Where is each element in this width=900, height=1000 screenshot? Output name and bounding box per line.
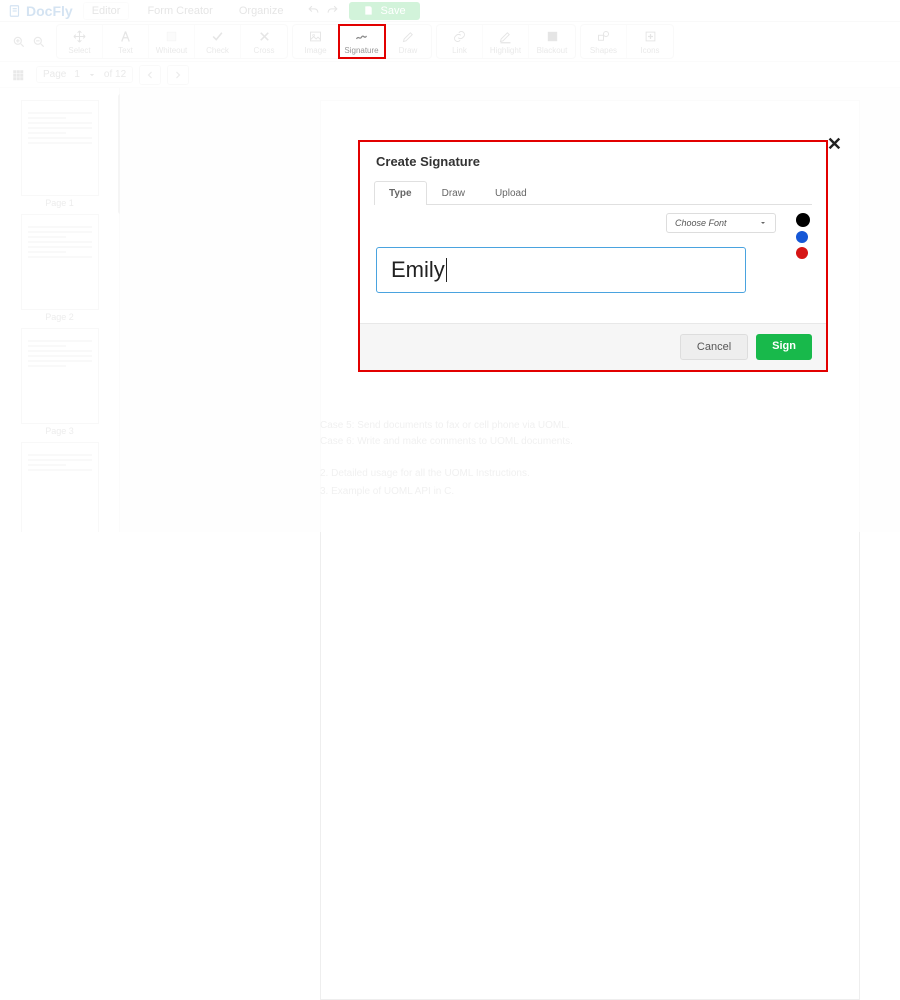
tool-cross[interactable]: Cross	[241, 25, 287, 58]
thumb-label: Page 3	[0, 426, 119, 436]
tool-highlight[interactable]: Highlight	[483, 25, 529, 58]
tool-blackout[interactable]: Blackout	[529, 25, 575, 58]
color-picker	[796, 213, 810, 259]
color-black[interactable]	[796, 213, 810, 227]
nav-form-creator[interactable]: Form Creator	[139, 3, 220, 19]
sign-button[interactable]: Sign	[756, 334, 812, 360]
tool-shapes[interactable]: Shapes	[581, 25, 627, 58]
zoom-out-icon[interactable]	[32, 35, 46, 49]
doc-text: 3. Example of UOML API in C.	[320, 484, 840, 500]
brand-logo: DocFly	[8, 3, 73, 19]
redo-icon[interactable]	[326, 4, 339, 17]
tool-icons[interactable]: Icons	[627, 25, 673, 58]
page-selector[interactable]: Page 1 of 12	[36, 66, 133, 83]
signature-input[interactable]: Emily	[376, 247, 746, 293]
thumbnail-panel: Page 1 Page 2 Page 3 Page 4	[0, 88, 120, 532]
thumb-page-1[interactable]	[21, 100, 99, 196]
nav-editor[interactable]: Editor	[83, 2, 130, 20]
page-next-button[interactable]	[167, 65, 189, 85]
doc-text: 2. Detailed usage for all the UOML Instr…	[320, 466, 840, 482]
save-button[interactable]: Save	[349, 2, 419, 20]
tool-select[interactable]: Select	[57, 25, 103, 58]
tool-signature[interactable]: Signature	[339, 25, 385, 58]
top-bar: DocFly Editor Form Creator Organize Save	[0, 0, 900, 22]
toolbar: Select Text Whiteout Check Cross Image S…	[0, 22, 900, 62]
tool-draw[interactable]: Draw	[385, 25, 431, 58]
thumb-page-4[interactable]	[21, 442, 99, 532]
tool-whiteout[interactable]: Whiteout	[149, 25, 195, 58]
undo-icon[interactable]	[307, 4, 320, 17]
modal-tabs: Type Draw Upload	[374, 181, 812, 205]
tool-link[interactable]: Link	[437, 25, 483, 58]
zoom-in-icon[interactable]	[12, 35, 26, 49]
tab-upload[interactable]: Upload	[480, 181, 542, 205]
color-red[interactable]	[796, 247, 808, 259]
close-icon[interactable]: ✕	[827, 134, 842, 155]
thumb-label: Page 2	[0, 312, 119, 322]
tool-check[interactable]: Check	[195, 25, 241, 58]
page-subbar: Page 1 of 12	[0, 62, 900, 88]
modal-footer: Cancel Sign	[360, 323, 826, 370]
thumb-page-2[interactable]	[21, 214, 99, 310]
doc-text: Case 5: Send documents to fax or cell ph…	[320, 418, 840, 434]
tab-type[interactable]: Type	[374, 181, 427, 205]
tool-image[interactable]: Image	[293, 25, 339, 58]
caret-down-icon	[88, 71, 96, 79]
signature-modal-wrap: ✕ Create Signature Type Draw Upload Choo…	[358, 140, 828, 372]
doc-text: Case 6: Write and make comments to UOML …	[320, 434, 840, 450]
thumb-page-3[interactable]	[21, 328, 99, 424]
signature-modal: Create Signature Type Draw Upload Choose…	[358, 140, 828, 372]
doc-icon	[8, 4, 22, 18]
grid-icon[interactable]	[12, 69, 24, 81]
nav-organize[interactable]: Organize	[231, 3, 292, 19]
font-select[interactable]: Choose Font	[666, 213, 776, 233]
cancel-button[interactable]: Cancel	[680, 334, 748, 360]
modal-title: Create Signature	[360, 142, 826, 181]
color-blue[interactable]	[796, 231, 808, 243]
thumb-label: Page 1	[0, 198, 119, 208]
tool-text[interactable]: Text	[103, 25, 149, 58]
page-prev-button[interactable]	[139, 65, 161, 85]
save-icon	[363, 5, 374, 16]
caret-down-icon	[759, 219, 767, 227]
tab-draw[interactable]: Draw	[427, 181, 480, 205]
